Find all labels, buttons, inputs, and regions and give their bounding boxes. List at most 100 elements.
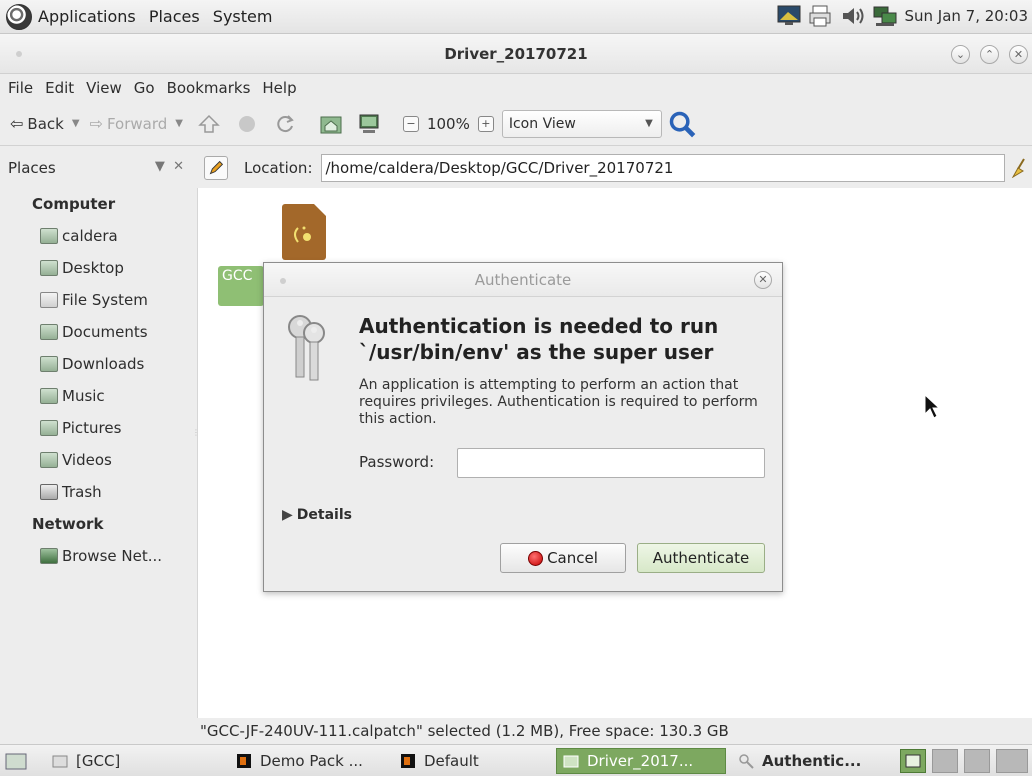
places-title[interactable]: Places bbox=[8, 159, 56, 177]
sidebar-item-downloads[interactable]: Downloads bbox=[0, 348, 197, 380]
computer-icon[interactable] bbox=[357, 112, 381, 136]
toolbar: ⇦ Back ▼ ⇨ Forward ▼ − 100% + Icon View … bbox=[0, 102, 1032, 146]
details-expander[interactable]: ▶ Details bbox=[282, 507, 352, 523]
zoom-level: 100% bbox=[426, 114, 470, 133]
dialog-close-icon[interactable]: ✕ bbox=[754, 271, 772, 289]
sidebar-item-label: Desktop bbox=[62, 259, 124, 277]
sidebar-item-label: caldera bbox=[62, 227, 118, 245]
sidebar-item-caldera[interactable]: caldera bbox=[0, 220, 197, 252]
forward-history-dropdown-icon[interactable]: ▼ bbox=[175, 118, 183, 129]
sidebar-item-pictures[interactable]: Pictures bbox=[0, 412, 197, 444]
drive-icon bbox=[40, 292, 58, 308]
search-icon[interactable] bbox=[668, 110, 696, 138]
sidebar-item-trash[interactable]: Trash bbox=[0, 476, 197, 508]
videos-folder-icon bbox=[40, 452, 58, 468]
sidebar-item-music[interactable]: Music bbox=[0, 380, 197, 412]
view-mode-select[interactable]: Icon View ▼ bbox=[501, 109, 662, 138]
places-dropdown-icon[interactable]: ▼ bbox=[155, 159, 165, 174]
close-sidebar-icon[interactable]: ✕ bbox=[173, 159, 184, 174]
selected-file-label[interactable]: GCC bbox=[218, 266, 264, 306]
distro-logo-icon[interactable] bbox=[6, 3, 32, 30]
password-field[interactable] bbox=[457, 448, 765, 478]
show-desktop-icon[interactable] bbox=[4, 749, 28, 773]
sidebar-item-documents[interactable]: Documents bbox=[0, 316, 197, 348]
taskbar-item-label: Default bbox=[424, 752, 479, 770]
back-label: Back bbox=[27, 114, 64, 133]
applications-menu[interactable]: Applications bbox=[38, 7, 136, 26]
system-menu[interactable]: System bbox=[213, 7, 273, 26]
taskbar-item-default[interactable]: Default bbox=[394, 748, 544, 774]
system-tray: Sun Jan 7, 20:03 bbox=[776, 4, 1028, 28]
workspace-2[interactable] bbox=[932, 749, 958, 773]
mouse-pointer-icon bbox=[924, 394, 940, 419]
workspace-3[interactable] bbox=[964, 749, 990, 773]
close-icon[interactable]: ✕ bbox=[1009, 45, 1028, 64]
taskbar-item-gcc[interactable]: [GCC] bbox=[46, 748, 206, 774]
clear-icon[interactable] bbox=[1010, 158, 1028, 178]
back-button[interactable]: ⇦ Back ▼ bbox=[10, 114, 80, 133]
workspace-1[interactable] bbox=[900, 749, 926, 773]
up-icon[interactable] bbox=[197, 112, 221, 136]
forward-button[interactable]: ⇨ Forward ▼ bbox=[90, 114, 183, 133]
zoom-in-icon[interactable]: + bbox=[477, 115, 494, 132]
authenticate-button[interactable]: Authenticate bbox=[637, 543, 765, 573]
places-menu[interactable]: Places bbox=[149, 7, 200, 26]
back-history-dropdown-icon[interactable]: ▼ bbox=[72, 118, 80, 129]
sidebar-item-label: Documents bbox=[62, 323, 148, 341]
sidebar-item-label: Videos bbox=[62, 451, 112, 469]
keys-icon bbox=[288, 315, 325, 381]
sidebar-item-desktop[interactable]: Desktop bbox=[0, 252, 197, 284]
menu-edit[interactable]: Edit bbox=[45, 79, 74, 97]
taskbar-item-demo-pack[interactable]: Demo Pack ... bbox=[230, 748, 386, 774]
desktop-folder-icon bbox=[40, 260, 58, 276]
reload-icon[interactable] bbox=[273, 112, 297, 136]
volume-icon[interactable] bbox=[840, 4, 866, 28]
menu-bookmarks[interactable]: Bookmarks bbox=[167, 79, 251, 97]
dialog-titlebar[interactable]: Authenticate ✕ bbox=[264, 263, 782, 297]
menu-view[interactable]: View bbox=[86, 79, 122, 97]
calpatch-file-icon[interactable] bbox=[282, 204, 326, 260]
top-panel: Applications Places System Sun Jan 7, 20… bbox=[0, 0, 1032, 34]
downloads-folder-icon bbox=[40, 356, 58, 372]
zoom-out-icon[interactable]: − bbox=[402, 115, 419, 132]
menu-help[interactable]: Help bbox=[262, 79, 296, 97]
printer-icon[interactable] bbox=[808, 4, 834, 28]
workspace-4[interactable] bbox=[996, 749, 1028, 773]
location-input[interactable]: /home/caldera/Desktop/GCC/Driver_2017072… bbox=[320, 154, 1005, 182]
stop-icon[interactable] bbox=[235, 112, 259, 136]
cancel-icon bbox=[528, 550, 544, 566]
expander-arrow-icon: ▶ bbox=[282, 507, 293, 523]
cancel-button[interactable]: Cancel bbox=[500, 543, 626, 573]
window-title: Driver_20170721 bbox=[444, 45, 588, 63]
minimize-icon[interactable]: ⌄ bbox=[951, 45, 970, 64]
panel-menus: Applications Places System bbox=[38, 7, 280, 26]
taskbar-item-driver[interactable]: Driver_2017... bbox=[556, 748, 726, 774]
sidebar-item-label: Downloads bbox=[62, 355, 145, 373]
pictures-folder-icon bbox=[40, 420, 58, 436]
dialog-description: An application is attempting to perform … bbox=[359, 377, 758, 427]
sidebar-item-browse-network[interactable]: Browse Net... bbox=[0, 540, 197, 572]
home-icon[interactable] bbox=[319, 112, 343, 136]
network-folder-icon bbox=[40, 548, 58, 564]
details-label: Details bbox=[296, 507, 352, 523]
edit-location-icon[interactable] bbox=[204, 156, 228, 180]
maximize-icon[interactable]: ⌃ bbox=[980, 45, 999, 64]
display-icon[interactable] bbox=[776, 4, 802, 28]
sidebar-item-file-system[interactable]: File System bbox=[0, 284, 197, 316]
taskbar-item-authenticate[interactable]: Authentic... bbox=[732, 748, 892, 774]
menu-go[interactable]: Go bbox=[134, 79, 155, 97]
menu-file[interactable]: File bbox=[8, 79, 33, 97]
file-glyph-icon bbox=[294, 226, 311, 243]
sidebar-item-videos[interactable]: Videos bbox=[0, 444, 197, 476]
places-controls: ▼ ✕ bbox=[155, 159, 184, 174]
forward-arrow-icon: ⇨ bbox=[89, 114, 103, 133]
folder-icon bbox=[52, 755, 68, 768]
home-folder-icon bbox=[40, 228, 58, 244]
clock[interactable]: Sun Jan 7, 20:03 bbox=[904, 7, 1028, 25]
keys-small-icon bbox=[739, 754, 754, 769]
network-icon[interactable] bbox=[872, 4, 898, 28]
window-titlebar[interactable]: Driver_20170721 ⌄ ⌃ ✕ bbox=[0, 34, 1032, 74]
authenticate-label: Authenticate bbox=[652, 549, 750, 567]
places-sidebar: Computer caldera Desktop File System Doc… bbox=[0, 188, 200, 718]
taskbar-item-label: Demo Pack ... bbox=[260, 752, 363, 770]
